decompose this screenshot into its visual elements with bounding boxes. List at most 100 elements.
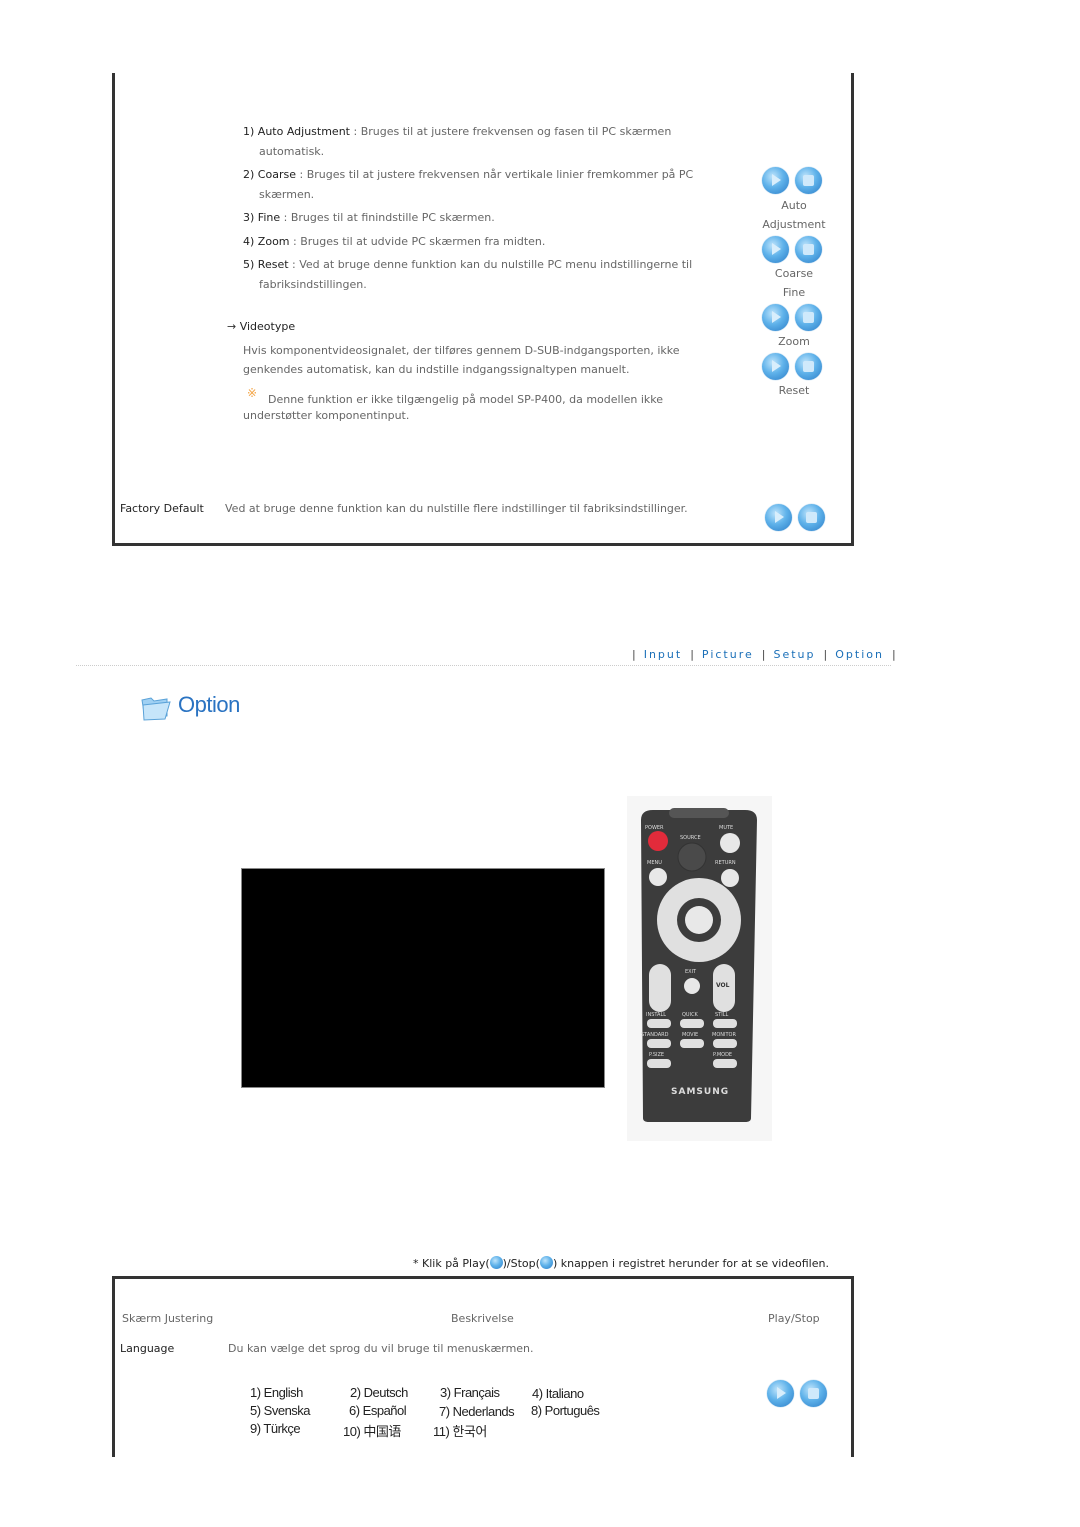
play-button[interactable] — [762, 167, 789, 194]
item-auto-adjustment: 1) Auto Adjustment : Bruges til at juste… — [243, 125, 671, 139]
item-desc: Bruges til at udvide PC skærmen fra midt… — [300, 235, 546, 248]
videotype-note: Denne funktion er ikke tilgængelig på mo… — [268, 393, 664, 406]
remote-label-install: INSTALL — [646, 1012, 667, 1018]
nav-link-picture[interactable]: Picture — [702, 648, 754, 661]
language-controls — [767, 1380, 827, 1407]
play-icon — [489, 1256, 503, 1269]
factory-default-controls — [765, 504, 825, 531]
play-stop-instruction: * Klik på Play( )/Stop( ) knappen i regist… — [413, 1256, 829, 1271]
videotype-desc-cont: genkendes automatisk, kan du indstille i… — [243, 363, 630, 376]
factory-default-term: Factory Default — [120, 502, 204, 515]
factory-default-desc: Ved at bruge denne funktion kan du nulst… — [225, 502, 688, 515]
side-label-adjustment: Adjustment — [762, 218, 826, 231]
instruction-prefix: * Klik på Play( — [413, 1257, 490, 1270]
item-number: 4) — [243, 235, 255, 248]
divider — [76, 665, 891, 666]
item-desc: Bruges til at justere frekvensen og fase… — [360, 125, 672, 138]
item-desc-cont: skærmen. — [259, 188, 315, 201]
nav-separator: | — [891, 648, 896, 661]
instruction-suffix: ) knappen i registret herunder for at se… — [552, 1257, 829, 1270]
remote-label-vol: VOL — [716, 982, 730, 989]
stop-button[interactable] — [795, 167, 822, 194]
nav-separator: | — [823, 648, 828, 661]
side-label-coarse: Coarse — [774, 267, 814, 280]
videotype-heading: → Videotype — [227, 320, 295, 334]
item-term: Coarse — [257, 168, 296, 181]
play-button[interactable] — [762, 353, 789, 380]
stop-button[interactable] — [798, 504, 825, 531]
item-term: Zoom — [257, 235, 290, 248]
item-term: Reset — [257, 258, 289, 271]
zoom-controls — [762, 304, 822, 331]
language-option: 8) Português — [531, 1403, 600, 1418]
language-option: 1) English — [250, 1385, 303, 1400]
column-header-play-stop: Play/Stop — [768, 1312, 820, 1325]
item-desc: Ved at bruge denne funktion kan du nulst… — [299, 258, 693, 271]
play-button[interactable] — [762, 236, 789, 263]
remote-label-monitor: MONITOR — [712, 1032, 736, 1038]
instruction-mid: )/Stop( — [502, 1257, 540, 1270]
remote-label-psize: P.SIZE — [649, 1052, 665, 1058]
remote-label-mute: MUTE — [719, 825, 734, 831]
nav-link-input[interactable]: Input — [644, 648, 682, 661]
stop-button[interactable] — [795, 236, 822, 263]
play-button[interactable] — [765, 504, 792, 531]
side-label-fine: Fine — [782, 286, 806, 299]
item-sep: : — [350, 125, 361, 138]
remote-label-still: STILL — [715, 1012, 729, 1018]
reset-controls — [762, 353, 822, 380]
remote-label-menu: MENU — [647, 860, 662, 866]
section-title: Option — [178, 692, 240, 717]
videotype-note-cont: understøtter komponentinput. — [243, 409, 410, 422]
item-number: 2) — [243, 168, 255, 181]
item-term: Auto Adjustment — [257, 125, 350, 138]
item-zoom: 4) Zoom : Bruges til at udvide PC skærme… — [243, 235, 545, 249]
stop-icon — [539, 1256, 553, 1269]
language-option: 9) Türkçe — [250, 1421, 301, 1436]
language-option: 5) Svenska — [250, 1403, 311, 1418]
play-button[interactable] — [762, 304, 789, 331]
item-sep: : — [289, 235, 301, 248]
item-desc-cont: automatisk. — [259, 145, 325, 158]
stop-button[interactable] — [795, 353, 822, 380]
item-number: 1) — [243, 125, 255, 138]
nav-separator: | — [761, 648, 766, 661]
video-player[interactable] — [241, 868, 605, 1088]
nav-separator: | — [690, 648, 694, 661]
side-label-zoom: Zoom — [778, 335, 810, 348]
column-header-description: Beskrivelse — [451, 1312, 514, 1325]
note-icon: ※ — [247, 386, 258, 400]
row-term-language: Language — [120, 1342, 175, 1355]
item-fine: 3) Fine : Bruges til at finindstille PC … — [243, 211, 495, 225]
arrow-right-icon: → — [227, 320, 237, 333]
column-header-adjust: Skærm Justering — [122, 1312, 214, 1325]
nav-link-option[interactable]: Option — [835, 648, 884, 661]
power-button — [648, 831, 668, 851]
language-option: 11) 한국어 — [433, 1424, 487, 1439]
nav-separator: | — [632, 648, 636, 661]
factory-default-row: Factory Default — [120, 502, 204, 516]
item-number: 5) — [243, 258, 255, 271]
stop-button[interactable] — [795, 304, 822, 331]
item-reset: 5) Reset : Ved at bruge denne funktion k… — [243, 258, 692, 272]
item-coarse: 2) Coarse : Bruges til at justere frekve… — [243, 168, 693, 182]
play-button[interactable] — [767, 1380, 794, 1407]
remote-label-return: RETURN — [715, 860, 736, 866]
stop-button[interactable] — [800, 1380, 827, 1407]
nav-link-setup[interactable]: Setup — [773, 648, 815, 661]
item-number: 3) — [243, 211, 255, 224]
language-option: 6) Español — [349, 1403, 407, 1418]
item-sep: : — [295, 168, 307, 181]
item-desc: Bruges til at finindstille PC skærmen. — [290, 211, 495, 224]
side-label-auto: Auto — [781, 199, 807, 212]
item-sep: : — [288, 258, 300, 271]
auto-adjustment-controls — [762, 167, 822, 194]
item-sep: : — [280, 211, 291, 224]
language-option: 10) 中国语 — [343, 1424, 401, 1439]
row-desc-language: Du kan vælge det sprog du vil bruge til … — [228, 1342, 534, 1355]
item-desc: Bruges til at justere frekvensen når ver… — [306, 168, 694, 181]
videotype-desc: Hvis komponentvideosignalet, der tilføre… — [243, 344, 680, 357]
side-label-reset: Reset — [778, 384, 810, 397]
item-desc-cont: fabriksindstillingen. — [259, 278, 367, 291]
item-term: Fine — [257, 211, 281, 224]
